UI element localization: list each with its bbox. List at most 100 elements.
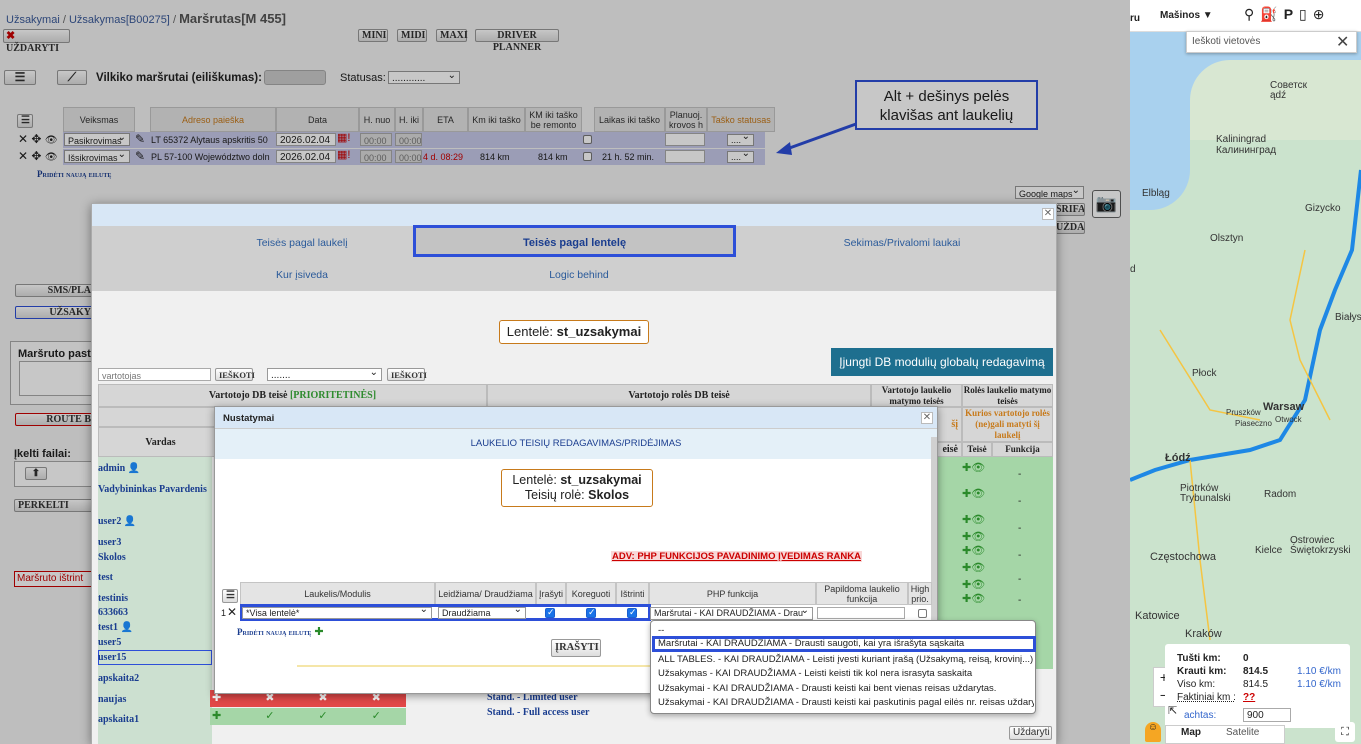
empty-km-label: Tušti km:	[1177, 653, 1221, 664]
map-city: Częstochowa	[1150, 551, 1217, 563]
main-modal-close-icon[interactable]: ✕	[1042, 208, 1054, 220]
map-panel[interactable]: Kaliningrad Калининград Советск ądź Elbl…	[1130, 0, 1361, 744]
user-icon: 👤	[127, 463, 141, 474]
pegman-icon[interactable]: ☺	[1145, 722, 1161, 742]
total-km-rate: 1.10 €/km	[1297, 679, 1341, 690]
role-perm-icons: ✚👁 ✚👁 ✚👁 ✚👁 ✚👁 ✚👁 ✚👁 ✚👁	[962, 458, 992, 606]
user-row[interactable]: admin 👤	[98, 463, 140, 474]
crosshair-icon[interactable]: ⊕	[1313, 6, 1331, 22]
add-eye-icon[interactable]: ✚👁	[962, 544, 992, 558]
user-icon: 👤	[120, 622, 133, 633]
add-eye-icon[interactable]: ✚👁	[962, 558, 992, 578]
inner-modal-close-icon[interactable]: ✕	[921, 412, 933, 424]
fullscreen-icon[interactable]: ⛶	[1335, 722, 1355, 742]
tacho-input[interactable]: 900	[1243, 708, 1291, 722]
external-link-icon[interactable]: ⇱	[1168, 704, 1177, 717]
adv-manual-php-link[interactable]: ADV: PHP FUNKCIJOS PAVADINIMO ĮVEDIMAS R…	[611, 551, 862, 562]
user-row[interactable]: apskaita2	[98, 673, 139, 684]
map-city: Kraków	[1185, 628, 1222, 640]
tab-by-field[interactable]: Teisės pagal laukelį	[202, 237, 402, 249]
map-city: Warsaw	[1263, 401, 1305, 413]
add-eye-icon[interactable]: ✚👁	[962, 458, 992, 478]
vehicle-select[interactable]: Mašinos ▼	[1160, 10, 1213, 21]
add-eye-icon[interactable]: ✚👁	[962, 578, 992, 592]
high-prio-checkbox[interactable]	[918, 609, 927, 618]
delete-row-icon[interactable]: ✕	[227, 605, 237, 619]
phone-icon[interactable]: ▯	[1299, 6, 1313, 22]
dropdown-option-selected[interactable]: Maršrutai - KAI DRAUDŽIAMA - Drausti sau…	[652, 636, 1036, 652]
user-row[interactable]: test	[98, 572, 113, 583]
php-function-select[interactable]: Maršrutai - KAI DRAUDŽIAMA - Drau	[650, 607, 813, 620]
add-eye-icon[interactable]: ✚👁	[962, 530, 992, 544]
map-city: Piotrków Trybunalski	[1180, 483, 1231, 504]
map-search-input[interactable]: Ieškoti vietovės	[1192, 36, 1260, 47]
col-name: Vardas	[98, 427, 223, 457]
inner-add-row-link[interactable]: Pridėti naują eilutę ✚	[237, 625, 324, 638]
inner-row-num: 1	[221, 608, 227, 618]
map-tab-ru[interactable]: ru	[1130, 13, 1140, 24]
dropdown-option[interactable]: ALL TABLES. - KAI DRAUDŽIAMA - Leisti įv…	[656, 653, 1034, 667]
tab-logic-behind[interactable]: Logic behind	[479, 269, 679, 281]
satellite-tab[interactable]: Satelite	[1226, 727, 1259, 738]
user-row[interactable]: user5	[98, 637, 121, 648]
map-tab[interactable]: Map	[1181, 727, 1201, 738]
edit-checkbox[interactable]	[586, 607, 596, 618]
empty-km-value: 0	[1243, 653, 1249, 664]
dropdown-option[interactable]: Užsakymai - KAI DRAUDŽIAMA - Drausti kei…	[656, 682, 1034, 696]
user-row[interactable]: Vadybininkas Pavardenis	[98, 484, 207, 495]
total-km-value: 814.5	[1243, 679, 1269, 690]
add-eye-icon[interactable]: ✚👁	[962, 510, 992, 530]
route-tool-icon[interactable]: ⚲	[1244, 6, 1260, 22]
fuel-icon[interactable]: ⛽	[1260, 6, 1283, 22]
main-modal-close-button[interactable]: Uždaryti	[1009, 726, 1052, 740]
table-name-box: Lentelė: st_uzsakymai	[499, 320, 649, 344]
extra-function-input[interactable]	[817, 607, 905, 619]
inner-bottom-line	[297, 665, 657, 667]
tab-where-entered[interactable]: Kur įsiveda	[202, 269, 402, 281]
map-city: Pruszków	[1226, 408, 1261, 417]
user-row[interactable]: user2 👤	[98, 516, 136, 527]
inner-menu-button[interactable]: ☰	[222, 589, 238, 603]
user-row[interactable]: Skolos	[98, 552, 126, 563]
search-button[interactable]: IEŠKOTI	[215, 368, 255, 381]
user-row[interactable]: user15	[98, 652, 126, 663]
user-row[interactable]: testinis	[98, 593, 128, 604]
global-edit-button[interactable]: Įjungti DB modulių globalų redagavimą	[831, 348, 1053, 376]
add-eye-icon[interactable]: ✚👁	[962, 484, 992, 504]
user-row[interactable]: apskaita1	[98, 714, 139, 725]
permission-select[interactable]: Draudžiama	[438, 607, 526, 619]
search-button-2[interactable]: IEŠKOTI	[387, 368, 427, 381]
map-city: Otwock	[1275, 415, 1302, 424]
inner-col-create: Įrašyti	[536, 582, 566, 605]
map-city: Gizycko	[1305, 203, 1341, 214]
map-city: Калининград	[1216, 145, 1277, 156]
dropdown-option[interactable]: Užsakymai - KAI DRAUDŽIAMA - Drausti kei…	[656, 696, 1034, 710]
map-city: Łódź	[1165, 452, 1191, 464]
inner-modal-titlebar	[215, 407, 937, 429]
user-row[interactable]: naujas	[98, 694, 126, 705]
delete-checkbox[interactable]	[627, 607, 637, 618]
user-row[interactable]: test1 👤	[98, 622, 133, 633]
save-button[interactable]: ĮRAŠYTI	[551, 639, 601, 657]
parking-icon[interactable]: P	[1284, 6, 1299, 22]
inner-col-permission: Leidžiama/ Draudžiama	[435, 582, 536, 605]
map-city: Płock	[1192, 368, 1217, 379]
tab-tracking[interactable]: Sekimas/Privalomi laukai	[802, 237, 1002, 249]
fact-km-value[interactable]: ??	[1243, 692, 1255, 703]
col-teise: Teisė	[962, 442, 992, 457]
field-module-select[interactable]: *Visa lentelė*	[242, 607, 432, 619]
add-eye-icon[interactable]: ✚👁	[962, 592, 992, 606]
loaded-km-value: 814.5	[1243, 666, 1269, 677]
map-city: Katowice	[1135, 610, 1180, 622]
col-user-db: Vartotojo DB teisė [PRIORITETINĖS]	[98, 384, 487, 407]
dropdown-option[interactable]: Užsakymas - KAI DRAUDŽIAMA - Leisti keis…	[656, 667, 1034, 681]
user-row[interactable]: user3	[98, 537, 121, 548]
inner-col-extra: Papildoma laukelio funkcija	[816, 582, 908, 605]
user-search-input[interactable]: vartotojas	[98, 368, 211, 381]
close-icon[interactable]: ✕	[1336, 32, 1349, 52]
role-filter-select[interactable]: .......	[267, 368, 382, 381]
create-checkbox[interactable]	[545, 607, 555, 618]
map-city: Kaliningrad	[1216, 134, 1267, 145]
inner-col-edit: Koreguoti	[566, 582, 616, 605]
user-row[interactable]: 633663	[98, 607, 128, 618]
